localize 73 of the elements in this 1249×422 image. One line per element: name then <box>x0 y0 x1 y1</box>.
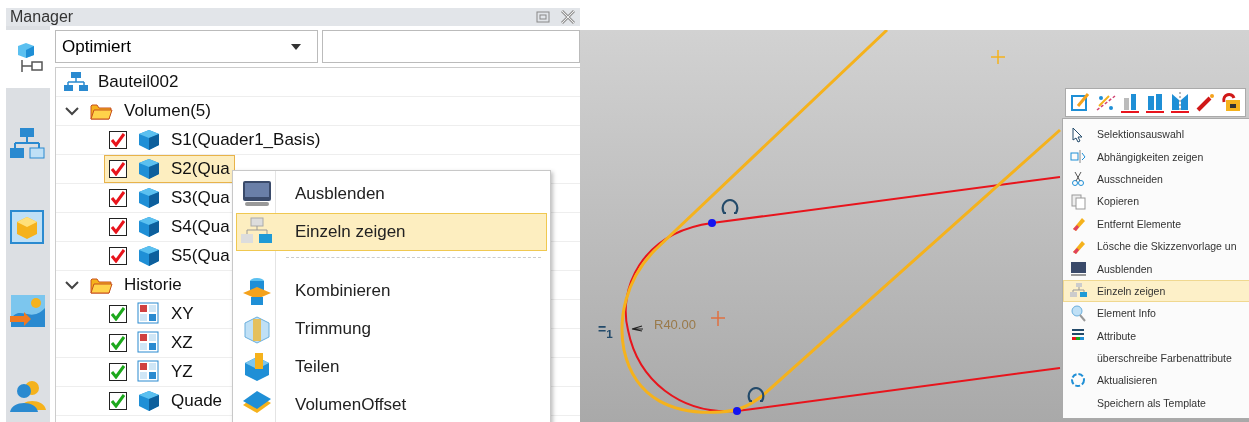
edit-icon[interactable] <box>1070 92 1091 113</box>
menu-item[interactable]: Ausblenden <box>236 175 547 213</box>
menu-item[interactable]: Abhängigkeiten zeigen <box>1063 145 1249 168</box>
restore-icon <box>536 11 550 23</box>
cube-icon <box>137 186 161 210</box>
monitor-icon <box>1069 260 1087 278</box>
panel-title: Manager <box>10 8 74 26</box>
copy-icon <box>1069 192 1087 210</box>
plane-icon <box>137 331 161 355</box>
tree-item[interactable]: S3(Qua <box>171 188 230 208</box>
center-cross-icon <box>990 49 1006 65</box>
sketch-point[interactable] <box>733 407 741 415</box>
pen-icon[interactable] <box>1195 92 1216 113</box>
menu-item[interactable]: Aktualisieren <box>1063 369 1249 392</box>
tree-item[interactable]: S4(Qua <box>171 217 230 237</box>
users-icon <box>10 378 46 412</box>
extrude-icon[interactable] <box>1120 92 1141 113</box>
tree-item[interactable]: Volumen(5) <box>124 101 211 121</box>
menu-item[interactable]: Element Info <box>1063 302 1249 325</box>
extrude-icon[interactable] <box>1145 92 1166 113</box>
cylinder-plate-icon <box>241 275 273 307</box>
plane-icon <box>137 302 161 326</box>
cube-icon <box>137 389 161 413</box>
center-cross-icon <box>710 310 726 327</box>
refresh-icon <box>1069 372 1087 389</box>
menu-item[interactable]: Trimmung <box>236 310 547 348</box>
search-field[interactable] <box>322 30 580 63</box>
menu-item[interactable]: überschreibe Farbenattribute <box>1063 346 1249 370</box>
plane-icon <box>137 360 161 384</box>
menu-item[interactable]: VolumenOffset <box>236 386 547 422</box>
menu-item[interactable]: Kopieren <box>1063 190 1249 213</box>
menu-item[interactable]: Ausschneiden <box>1063 167 1249 191</box>
tree-item[interactable]: Historie <box>124 275 182 295</box>
tree-item[interactable]: S5(Qua <box>171 246 230 266</box>
tree-item[interactable]: YZ <box>171 362 193 382</box>
hierarchy-icon <box>64 71 88 93</box>
cube-icon <box>137 128 161 152</box>
constraint-icon <box>1069 148 1087 166</box>
magnifier-icon <box>1069 304 1087 322</box>
menu-item[interactable]: Speichern als Template <box>1063 391 1249 415</box>
menu-item[interactable]: Ausblenden <box>1063 257 1249 280</box>
menu-item[interactable]: Kombinieren <box>236 272 547 310</box>
tangent-constraint-icon <box>721 198 739 215</box>
menu-item[interactable]: Selektionsauswahl <box>1063 123 1249 146</box>
filter-dropdown[interactable]: Optimiert <box>55 30 318 63</box>
tree-item[interactable]: S1(Quader1_Basis) <box>171 130 321 150</box>
hierarchy-icon <box>10 126 46 160</box>
cube-icon <box>137 157 161 181</box>
menu-item[interactable]: Entfernt Elemente <box>1063 212 1249 235</box>
hierarchy-icon <box>1069 282 1087 300</box>
mirror-icon[interactable] <box>1170 92 1191 113</box>
chevron-icon[interactable] <box>64 279 80 291</box>
menu-item[interactable]: Einzeln zeigen <box>236 213 547 251</box>
tree-item[interactable]: Quade <box>171 391 223 411</box>
sketch-point[interactable] <box>708 219 716 227</box>
chevron-icon[interactable] <box>64 105 80 117</box>
tangent-constraint-icon <box>747 386 765 403</box>
tree-item[interactable]: S2(Qua <box>171 159 230 179</box>
tree-item[interactable]: Bauteil002 <box>98 72 179 92</box>
menu-item[interactable]: Einzeln zeigen <box>1063 279 1249 303</box>
cube-icon <box>137 215 161 239</box>
menu-item[interactable]: Attribute <box>1063 324 1249 347</box>
equal-constraint-label: =$_{1}$ <box>598 321 613 340</box>
cube-icon <box>137 244 161 268</box>
dimension-arrow-icon <box>631 325 644 332</box>
menu-item[interactable]: Teilen <box>236 348 547 386</box>
tree-item[interactable]: XZ <box>171 333 193 353</box>
tree-item[interactable]: XY <box>171 304 194 324</box>
menu-item[interactable]: Lösche die Skizzenvorlage un <box>1063 234 1249 258</box>
dropdown-caret-icon <box>291 43 301 50</box>
scissors-icon <box>1069 170 1087 188</box>
construction-line-icon[interactable] <box>1095 92 1116 113</box>
cube-window-icon <box>10 210 46 244</box>
